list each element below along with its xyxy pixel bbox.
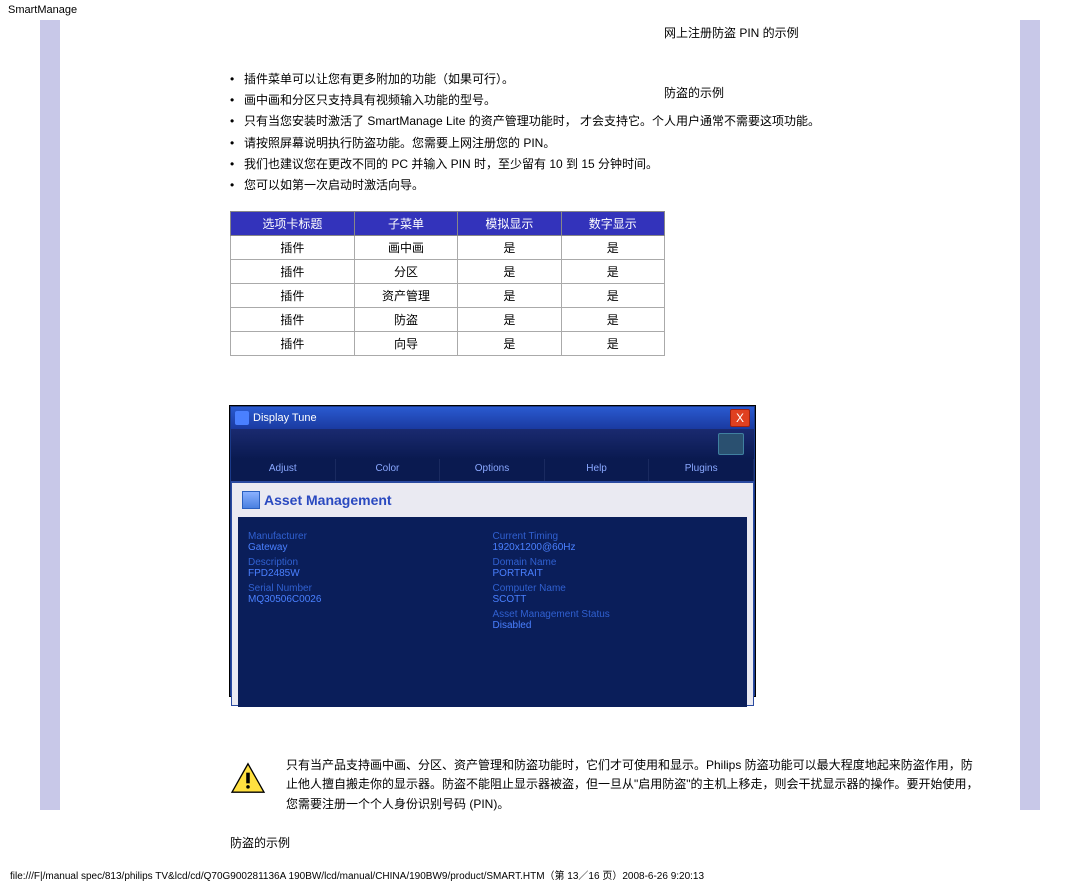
window-tabs: Adjust Color Options Help Plugins: [231, 459, 754, 482]
warning-icon: [230, 762, 266, 794]
table-cell: 是: [458, 332, 561, 356]
warning-text: 只有当产品支持画中画、分区、资产管理和防盗功能时，它们才可使用和显示。Phili…: [286, 756, 980, 814]
table-cell: 画中画: [354, 236, 457, 260]
close-button[interactable]: X: [730, 409, 750, 427]
field-value: 1920x1200@60Hz: [493, 542, 738, 553]
bullet-list: 插件菜单可以让您有更多附加的功能（如果可行）。 画中画和分区只支持具有视频输入功…: [230, 70, 980, 195]
left-margin-bar: [40, 20, 60, 810]
feature-table: 选项卡标题 子菜单 模拟显示 数字显示 插件画中画是是插件分区是是插件资产管理是…: [230, 211, 665, 356]
panel-header: Asset Management: [238, 489, 747, 511]
list-item: 画中画和分区只支持具有视频输入功能的型号。: [230, 91, 980, 110]
field-value: SCOTT: [493, 594, 738, 605]
field-value: Gateway: [248, 542, 493, 553]
table-cell: 是: [458, 284, 561, 308]
th-digital: 数字显示: [561, 212, 664, 236]
table-cell: 插件: [231, 332, 355, 356]
list-item: 我们也建议您在更改不同的 PC 并输入 PIN 时，至少留有 10 到 15 分…: [230, 155, 980, 174]
table-row: 插件画中画是是: [231, 236, 665, 260]
table-row: 插件防盗是是: [231, 308, 665, 332]
list-item: 插件菜单可以让您有更多附加的功能（如果可行）。: [230, 70, 980, 89]
field-label: Serial Number: [248, 583, 493, 594]
table-cell: 是: [561, 284, 664, 308]
table-row: 插件向导是是: [231, 332, 665, 356]
th-submenu: 子菜单: [354, 212, 457, 236]
window-title: Display Tune: [253, 412, 730, 424]
field-value: Disabled: [493, 620, 738, 631]
list-item: 您可以如第一次启动时激活向导。: [230, 176, 980, 195]
asset-data: ManufacturerGateway DescriptionFPD2485W Se…: [238, 517, 747, 707]
tab-help[interactable]: Help: [545, 459, 650, 481]
table-cell: 向导: [354, 332, 457, 356]
tab-plugins[interactable]: Plugins: [649, 459, 754, 481]
field-value: FPD2485W: [248, 568, 493, 579]
table-cell: 防盗: [354, 308, 457, 332]
app-icon: [235, 411, 249, 425]
table-cell: 插件: [231, 308, 355, 332]
banner-button[interactable]: [718, 433, 744, 455]
tab-adjust[interactable]: Adjust: [231, 459, 336, 481]
section-heading: 防盗的示例: [230, 834, 980, 851]
table-cell: 是: [561, 332, 664, 356]
table-cell: 是: [561, 260, 664, 284]
table-row: 插件分区是是: [231, 260, 665, 284]
table-cell: 插件: [231, 260, 355, 284]
table-cell: 是: [561, 308, 664, 332]
list-item: 只有当您安装时激活了 SmartManage Lite 的资产管理功能时， 才会…: [230, 112, 980, 131]
asset-icon: [242, 491, 260, 509]
table-cell: 分区: [354, 260, 457, 284]
table-cell: 资产管理: [354, 284, 457, 308]
table-cell: 插件: [231, 284, 355, 308]
field-label: Description: [248, 557, 493, 568]
table-row: 插件资产管理是是: [231, 284, 665, 308]
list-item: 请按照屏幕说明执行防盗功能。您需要上网注册您的 PIN。: [230, 134, 980, 153]
warning-note: 只有当产品支持画中画、分区、资产管理和防盗功能时，它们才可使用和显示。Phili…: [230, 756, 980, 814]
tab-color[interactable]: Color: [336, 459, 441, 481]
page-body: 网上注册防盗 PIN 的示例 防盗的示例 插件菜单可以让您有更多附加的功能（如果…: [40, 20, 1040, 861]
page-header: SmartManage: [0, 0, 1080, 20]
th-tab-title: 选项卡标题: [231, 212, 355, 236]
panel-body: Asset Management ManufacturerGateway Desc…: [231, 482, 754, 706]
table-cell: 是: [561, 236, 664, 260]
field-value: PORTRAIT: [493, 568, 738, 579]
field-label: Manufacturer: [248, 531, 493, 542]
footer-path: file:///F|/manual spec/813/philips TV&lc…: [0, 861, 1080, 888]
table-cell: 插件: [231, 236, 355, 260]
window-banner: [231, 429, 754, 459]
th-analog: 模拟显示: [458, 212, 561, 236]
table-cell: 是: [458, 236, 561, 260]
field-label: Current Timing: [493, 531, 738, 542]
field-value: MQ30506C0026: [248, 594, 493, 605]
right-margin-bar: [1020, 20, 1040, 810]
display-tune-window: Display Tune X Adjust Color Options Help…: [230, 406, 755, 696]
field-label: Asset Management Status: [493, 609, 738, 620]
field-label: Computer Name: [493, 583, 738, 594]
table-cell: 是: [458, 260, 561, 284]
main-content: 网上注册防盗 PIN 的示例 防盗的示例 插件菜单可以让您有更多附加的功能（如果…: [230, 20, 1020, 861]
field-label: Domain Name: [493, 557, 738, 568]
table-cell: 是: [458, 308, 561, 332]
window-titlebar: Display Tune X: [231, 407, 754, 429]
pin-example-link[interactable]: 网上注册防盗 PIN 的示例: [664, 24, 799, 41]
tab-options[interactable]: Options: [440, 459, 545, 481]
panel-title: Asset Management: [264, 492, 392, 508]
